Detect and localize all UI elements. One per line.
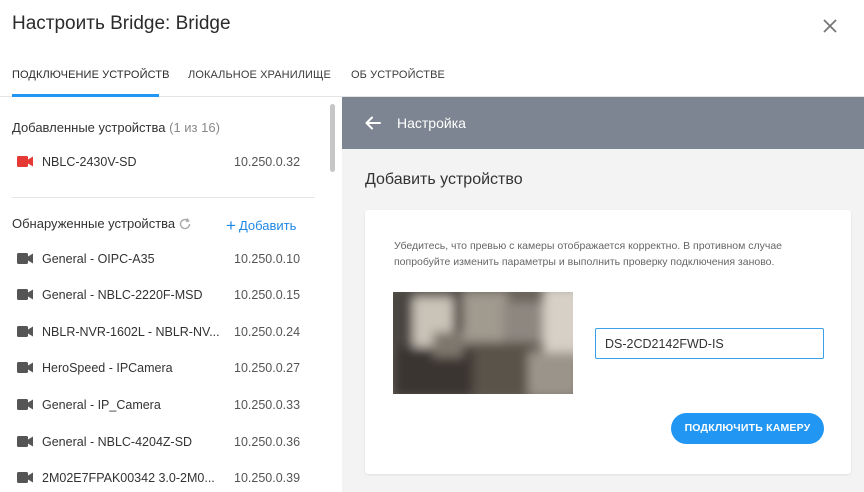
discovered-device-row[interactable]: NBLR-NVR-1602L - NBLR-NV... 10.250.0.24 [0, 317, 320, 347]
discovered-device-row[interactable]: General - OIPC-A35 10.250.0.10 [0, 244, 320, 274]
discovered-device-row[interactable]: General - NBLC-2220F-MSD 10.250.0.15 [0, 280, 320, 310]
device-name: NBLC-2430V-SD [42, 155, 137, 169]
device-name: HeroSpeed - IPCamera [42, 361, 173, 375]
camera-icon [17, 436, 33, 447]
added-devices-title: Добавленные устройства [12, 120, 166, 135]
camera-icon [17, 472, 33, 483]
close-icon[interactable] [820, 16, 840, 36]
device-list-panel: Добавленные устройства (1 из 16) NBLC-24… [0, 97, 340, 492]
device-ip: 10.250.0.27 [234, 361, 301, 375]
added-device-row[interactable]: NBLC-2430V-SD 10.250.0.32 [0, 147, 320, 177]
setup-header: Настройка [342, 97, 864, 149]
discovered-device-row[interactable]: General - NBLC-4204Z-SD 10.250.0.36 [0, 427, 320, 457]
connect-camera-button[interactable]: ПОДКЛЮЧИТЬ КАМЕРУ [671, 413, 824, 444]
device-ip: 10.250.0.39 [234, 471, 301, 485]
device-name: NBLR-NVR-1602L - NBLR-NV... [42, 325, 220, 339]
discovered-device-row[interactable]: General - IP_Camera 10.250.0.33 [0, 390, 320, 420]
refresh-icon[interactable] [178, 217, 192, 231]
discovered-device-row[interactable]: HeroSpeed - IPCamera 10.250.0.27 [0, 353, 320, 383]
added-devices-heading: Добавленные устройства (1 из 16) [12, 120, 220, 135]
device-ip: 10.250.0.32 [234, 155, 301, 169]
tab-about-device[interactable]: ОБ УСТРОЙСТВЕ [351, 69, 445, 81]
device-ip: 10.250.0.10 [234, 252, 301, 266]
device-ip: 10.250.0.15 [234, 288, 301, 302]
preview-hint: Убедитесь, что превью с камеры отображае… [394, 240, 782, 268]
setup-panel: Настройка Добавить устройство Убедитесь,… [342, 97, 864, 492]
camera-icon [17, 289, 33, 300]
scrollbar[interactable] [330, 104, 335, 172]
add-device-title: Добавить устройство [365, 171, 523, 188]
device-ip: 10.250.0.24 [234, 325, 301, 339]
add-device-card: Убедитесь, что превью с камеры отображае… [365, 210, 851, 474]
configure-bridge-dialog: Настроить Bridge: Bridge ПОДКЛЮЧЕНИЕ УСТ… [0, 0, 864, 492]
device-name: 2M02E7FPAK00342 3.0-2M0... [42, 471, 215, 485]
camera-preview [393, 292, 573, 394]
dialog-title: Настроить Bridge: Bridge [12, 13, 231, 34]
discovered-device-row[interactable]: 2M02E7FPAK00342 3.0-2M0... 10.250.0.39 [0, 463, 320, 492]
device-name: General - NBLC-4204Z-SD [42, 435, 193, 449]
discovered-devices-title: Обнаруженные устройства [12, 216, 176, 231]
section-divider [12, 197, 315, 198]
device-name: General - NBLC-2220F-MSD [42, 288, 203, 302]
tab-device-connection[interactable]: ПОДКЛЮЧЕНИЕ УСТРОЙСТВ [12, 69, 170, 81]
add-device-label: Добавить [238, 218, 297, 233]
added-devices-count: (1 из 16) [169, 120, 220, 135]
plus-icon: + [226, 216, 236, 235]
camera-model-input[interactable] [595, 328, 824, 359]
camera-icon [17, 326, 33, 337]
device-name: General - OIPC-A35 [42, 252, 155, 266]
device-ip: 10.250.0.36 [234, 435, 301, 449]
tab-bar: ПОДКЛЮЧЕНИЕ УСТРОЙСТВ ЛОКАЛЬНОЕ ХРАНИЛИЩ… [0, 58, 864, 96]
camera-icon [17, 253, 33, 264]
tab-local-storage[interactable]: ЛОКАЛЬНОЕ ХРАНИЛИЩЕ [188, 69, 331, 81]
device-ip: 10.250.0.33 [234, 398, 301, 412]
setup-title: Настройка [397, 115, 466, 131]
camera-icon [17, 362, 33, 373]
add-device-link[interactable]: + Добавить [226, 215, 296, 235]
camera-icon [17, 399, 33, 410]
camera-icon [17, 156, 33, 167]
device-name: General - IP_Camera [42, 398, 161, 412]
back-arrow-icon[interactable] [364, 114, 382, 132]
